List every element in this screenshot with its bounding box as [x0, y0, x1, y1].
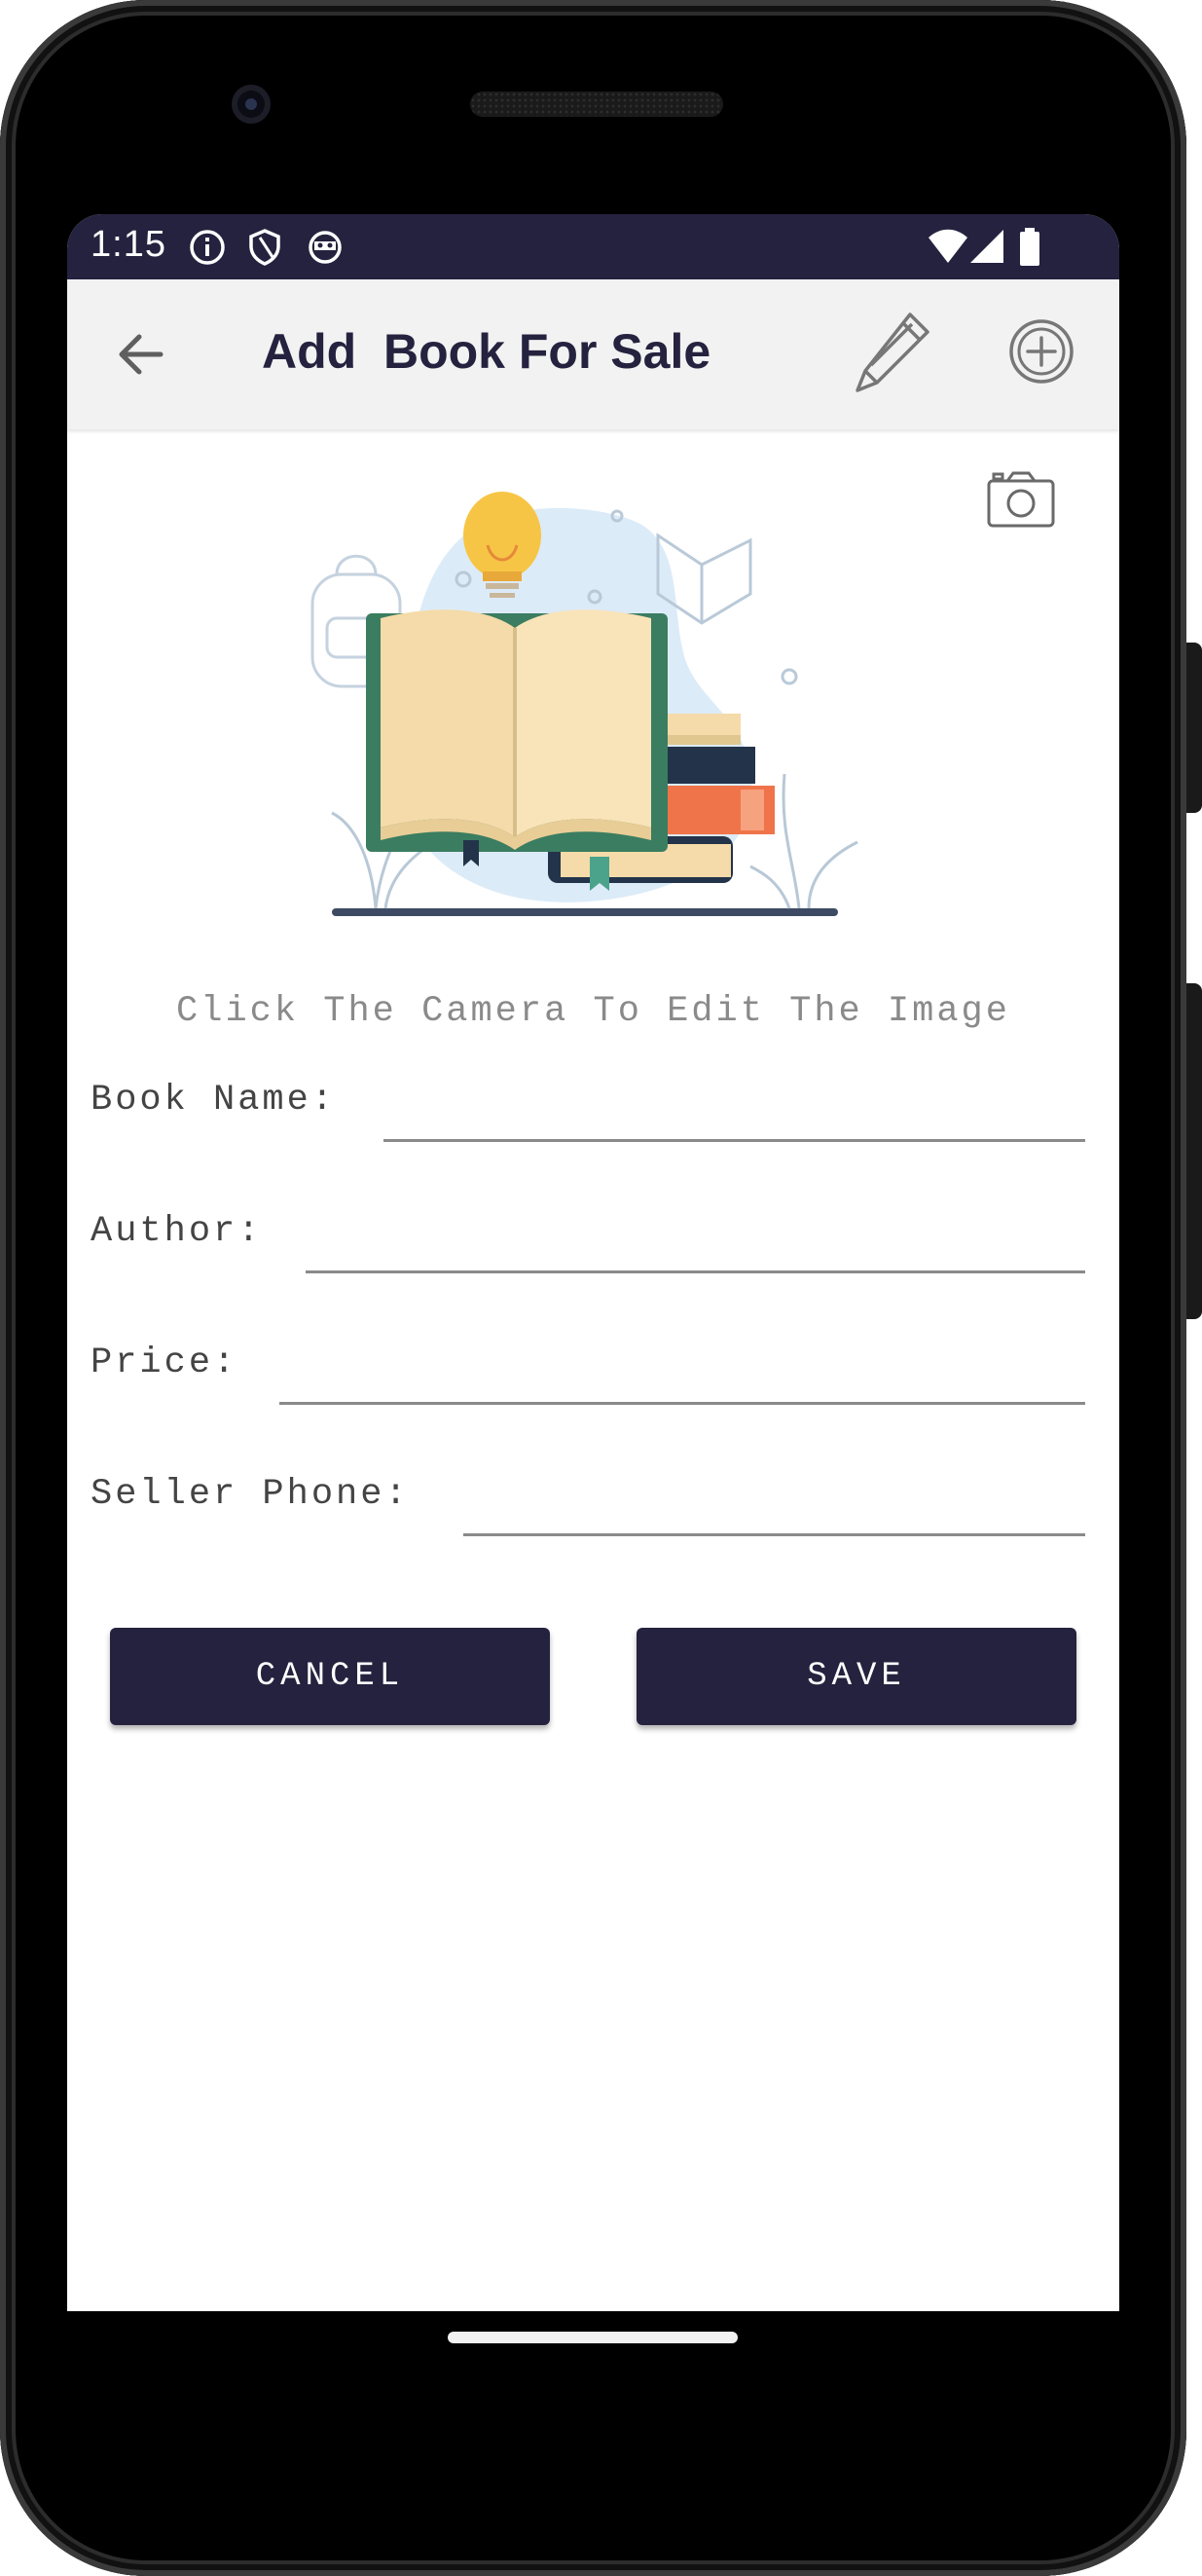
earpiece-speaker — [470, 92, 723, 117]
shield-icon — [249, 229, 280, 266]
power-button — [1186, 643, 1202, 813]
volume-button — [1186, 983, 1202, 1319]
price-input[interactable] — [279, 1343, 1085, 1405]
info-icon — [190, 230, 225, 265]
home-indicator[interactable] — [448, 2332, 738, 2343]
status-time: 1:15 — [91, 224, 166, 265]
camera-icon[interactable] — [986, 469, 1056, 530]
cellular-signal-icon — [970, 230, 1003, 263]
author-input[interactable] — [306, 1212, 1085, 1273]
plus-circle-icon[interactable] — [1007, 317, 1075, 386]
app-screen: 1:15 Add Book For Sale Click The Camera … — [67, 214, 1119, 2311]
app-toolbar: Add Book For Sale — [67, 279, 1119, 429]
books-illustration — [310, 492, 858, 916]
battery-icon — [1020, 228, 1039, 266]
seller-phone-label: Seller Phone: — [91, 1474, 410, 1515]
app-notification-icon — [309, 231, 342, 264]
price-label: Price: — [91, 1343, 238, 1383]
author-label: Author: — [91, 1211, 263, 1252]
seller-phone-input[interactable] — [463, 1475, 1085, 1536]
book-name-input[interactable] — [383, 1081, 1085, 1142]
save-button[interactable]: SAVE — [637, 1628, 1076, 1725]
front-camera-lens — [232, 85, 271, 124]
edit-image-hint: Click The Camera To Edit The Image — [176, 991, 1010, 1032]
status-bar: 1:15 — [67, 214, 1119, 279]
book-name-label: Book Name: — [91, 1080, 337, 1121]
page-title: Add Book For Sale — [262, 324, 711, 379]
wifi-icon — [929, 229, 967, 263]
arrow-back-icon[interactable] — [110, 323, 172, 386]
pencil-icon[interactable] — [852, 309, 933, 396]
cancel-button[interactable]: CANCEL — [110, 1628, 550, 1725]
